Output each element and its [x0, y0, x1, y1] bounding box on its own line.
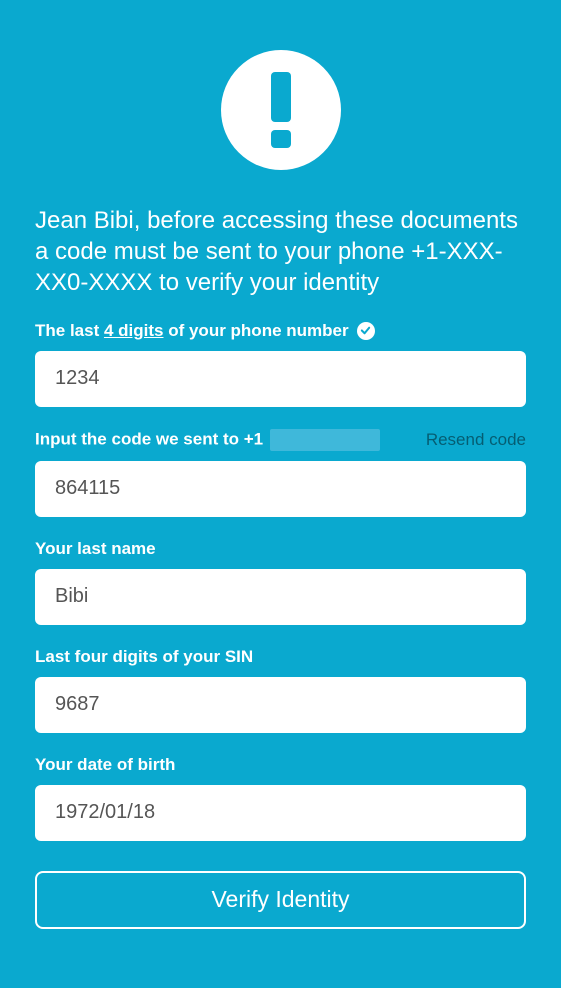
verification-heading: Jean Bibi, before accessing these docume…: [35, 205, 526, 299]
sin-input[interactable]: [35, 677, 526, 733]
phone-digits-input[interactable]: [35, 351, 526, 407]
last-name-group: Your last name: [35, 539, 526, 625]
dob-input[interactable]: [35, 785, 526, 841]
redacted-phone: [270, 429, 380, 451]
alert-icon-wrapper: [35, 50, 526, 170]
resend-code-link[interactable]: Resend code: [426, 430, 526, 450]
dob-label: Your date of birth: [35, 755, 175, 775]
verification-form-container: Jean Bibi, before accessing these docume…: [0, 0, 561, 969]
code-input[interactable]: [35, 461, 526, 517]
exclamation-icon: [221, 50, 341, 170]
sin-group: Last four digits of your SIN: [35, 647, 526, 733]
verify-identity-button[interactable]: Verify Identity: [35, 871, 526, 929]
last-name-label: Your last name: [35, 539, 156, 559]
check-circle-icon: [357, 322, 375, 340]
sin-label: Last four digits of your SIN: [35, 647, 253, 667]
code-label: Input the code we sent to +1: [35, 429, 382, 451]
phone-digits-label: The last 4 digits of your phone number: [35, 321, 375, 341]
dob-group: Your date of birth: [35, 755, 526, 841]
phone-digits-group: The last 4 digits of your phone number: [35, 321, 526, 407]
last-name-input[interactable]: [35, 569, 526, 625]
code-group: Input the code we sent to +1 Resend code: [35, 429, 526, 517]
